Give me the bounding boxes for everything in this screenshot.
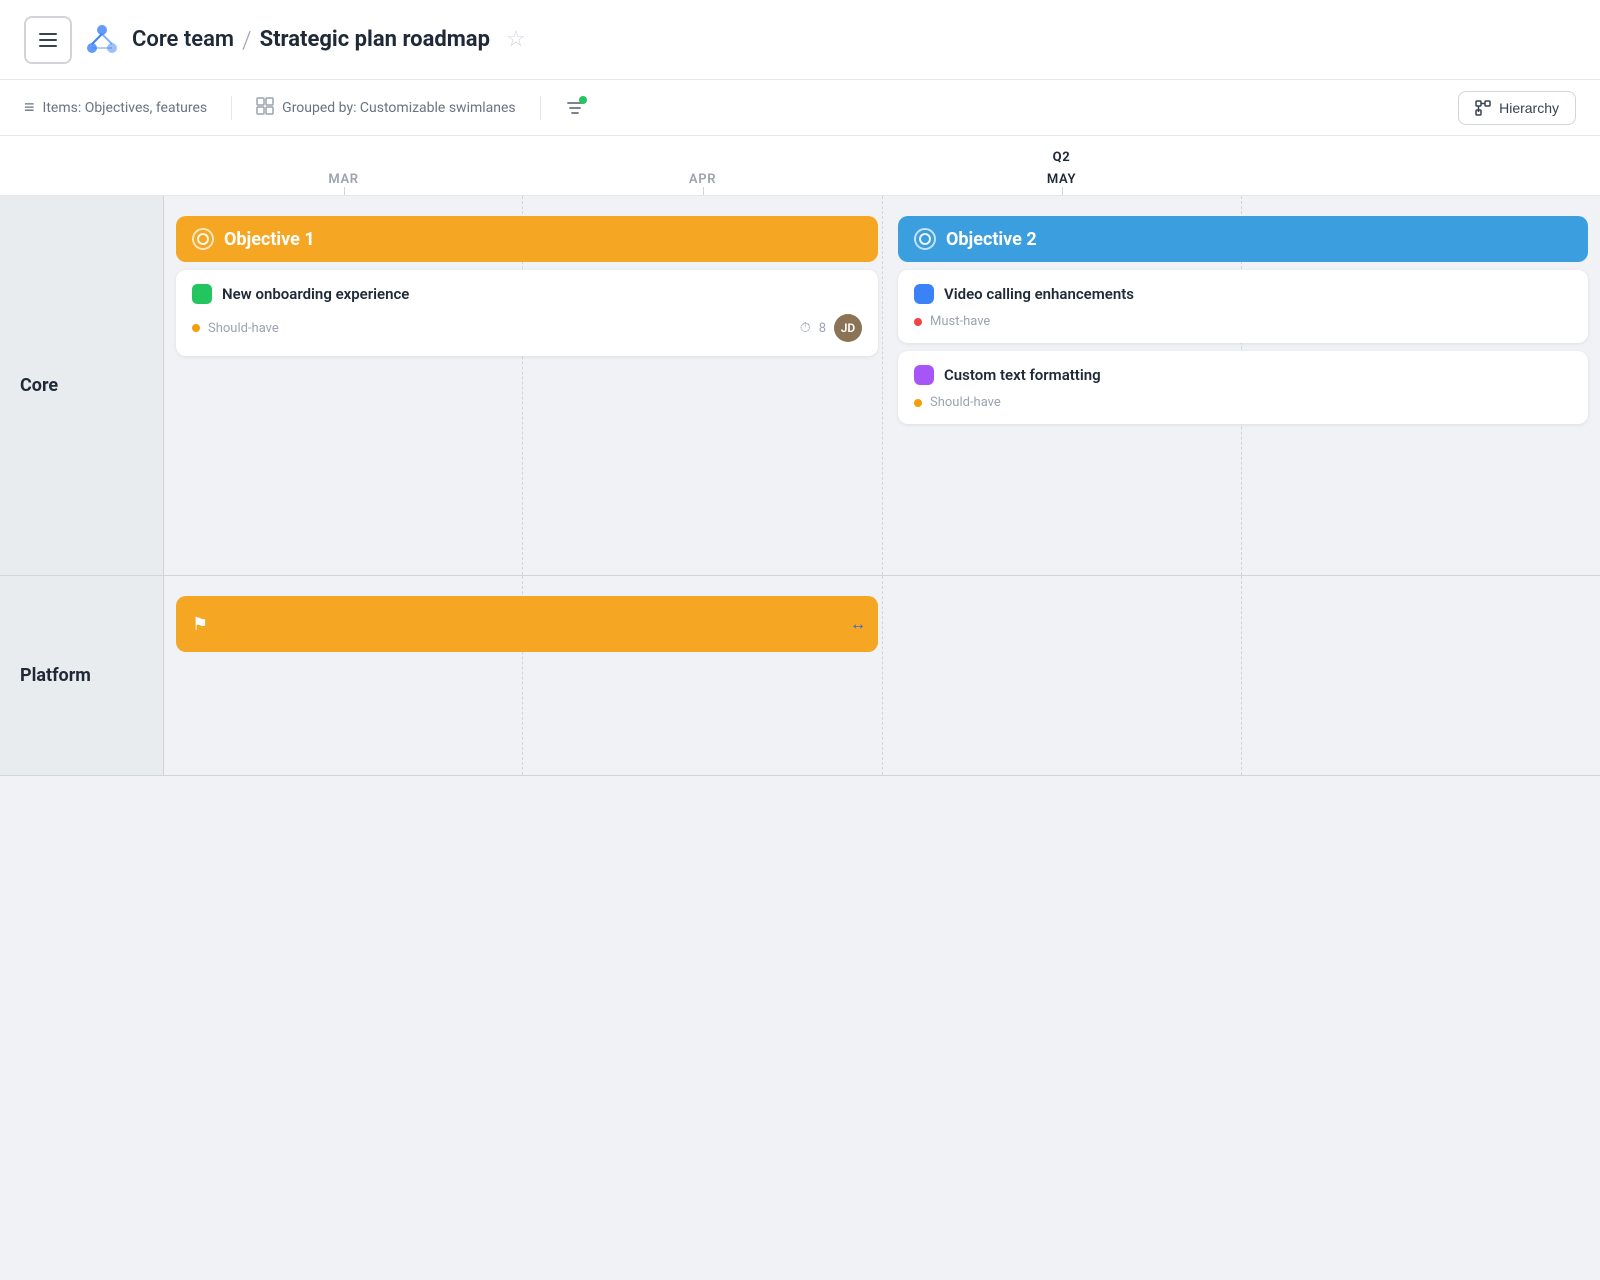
platform-grid-col-3 [883, 576, 1242, 775]
feature-text-meta: Should-have [914, 395, 1572, 410]
feature-onboarding[interactable]: New onboarding experience Should-have ⏱ … [176, 270, 878, 356]
feature-video-title: Video calling enhancements [914, 284, 1572, 304]
swimlane-platform-label: Platform [0, 576, 164, 775]
objective-1-header[interactable]: Objective 1 [176, 216, 878, 262]
breadcrumb-separator: / [242, 26, 252, 54]
avatar-onboarding: JD [834, 314, 862, 342]
priority-label-onboarding: Should-have [208, 321, 279, 336]
toolbar: ≡ Items: Objectives, features Grouped by… [0, 80, 1600, 136]
items-label: Items: Objectives, features [43, 100, 208, 116]
feature-video-color [914, 284, 934, 304]
header: Core team / Strategic plan roadmap ☆ [0, 0, 1600, 80]
priority-label-text: Should-have [930, 395, 1001, 410]
swimlane-core: Core Objective 1 New [0, 196, 1600, 576]
quarter-label: Q2 [1053, 150, 1071, 165]
month-mar: MAR [164, 172, 523, 187]
estimate-onboarding: 8 [819, 321, 826, 336]
hamburger-icon [39, 33, 57, 47]
month-mar-label: MAR [328, 172, 358, 187]
platform-timeline-area: ⚑ ↔ [164, 576, 1600, 775]
items-filter[interactable]: ≡ Items: Objectives, features [24, 97, 207, 118]
objective-1-title: Objective 1 [224, 229, 315, 250]
month-apr: APR [523, 172, 882, 187]
feature-onboarding-meta: Should-have ⏱ 8 JD [192, 314, 862, 342]
feature-onboarding-color [192, 284, 212, 304]
objective-2-header[interactable]: Objective 2 [898, 216, 1588, 262]
grouped-icon [256, 97, 274, 119]
milestone-container: ⚑ ↔ [176, 596, 878, 652]
toolbar-separator-1 [231, 96, 232, 120]
swimlane-platform: Platform ⚑ ↔ [0, 576, 1600, 776]
milestone-bar[interactable]: ⚑ ↔ [176, 596, 878, 652]
favorite-icon[interactable]: ☆ [506, 27, 526, 52]
meta-right-onboarding: ⏱ 8 JD [800, 314, 862, 342]
grouped-label: Grouped by: Customizable swimlanes [282, 100, 516, 116]
priority-dot-video [914, 318, 922, 326]
priority-dot-text [914, 399, 922, 407]
objective-2-title: Objective 2 [946, 229, 1037, 250]
month-may-label: MAY [1047, 172, 1076, 187]
main-content: Core Objective 1 New [0, 196, 1600, 1280]
grouped-filter[interactable]: Grouped by: Customizable swimlanes [256, 97, 516, 119]
priority-label-video: Must-have [930, 314, 990, 329]
feature-text-title: Custom text formatting [914, 365, 1572, 385]
feature-video[interactable]: Video calling enhancements Must-have [898, 270, 1588, 343]
core-timeline-area: Objective 1 New onboarding experience Sh… [164, 196, 1600, 575]
milestone-resize-handle[interactable]: ↔ [850, 614, 866, 634]
month-may: Q2 MAY [882, 172, 1241, 187]
objective-2-icon [914, 228, 936, 250]
platform-grid-col-4 [1242, 576, 1600, 775]
menu-button[interactable] [24, 16, 72, 64]
filter-button[interactable] [565, 98, 585, 118]
objective-1-block: Objective 1 New onboarding experience Sh… [176, 216, 878, 356]
objective-1-icon [192, 228, 214, 250]
toolbar-separator-2 [540, 96, 541, 120]
logo-icon [84, 22, 120, 58]
hierarchy-button[interactable]: Hierarchy [1458, 91, 1576, 125]
objective-2-block: Objective 2 Video calling enhancements M… [898, 216, 1588, 424]
month-apr-label: APR [689, 172, 716, 187]
priority-dot-onboarding [192, 324, 200, 332]
hierarchy-icon [1475, 100, 1491, 116]
milestone-flag-icon: ⚑ [192, 614, 208, 635]
feature-onboarding-title: New onboarding experience [192, 284, 862, 304]
breadcrumb-team[interactable]: Core team [132, 27, 234, 52]
items-icon: ≡ [24, 97, 35, 118]
feature-video-meta: Must-have [914, 314, 1572, 329]
breadcrumb-page[interactable]: Strategic plan roadmap [260, 27, 490, 52]
swimlane-core-label: Core [0, 196, 164, 575]
feature-text[interactable]: Custom text formatting Should-have [898, 351, 1588, 424]
filter-active-dot [579, 96, 587, 104]
clock-icon-onboarding: ⏱ [800, 320, 811, 336]
feature-text-color [914, 365, 934, 385]
breadcrumb: Core team / Strategic plan roadmap [132, 26, 490, 54]
hierarchy-label: Hierarchy [1499, 100, 1559, 116]
timeline-header: MAR APR Q2 MAY [0, 136, 1600, 196]
